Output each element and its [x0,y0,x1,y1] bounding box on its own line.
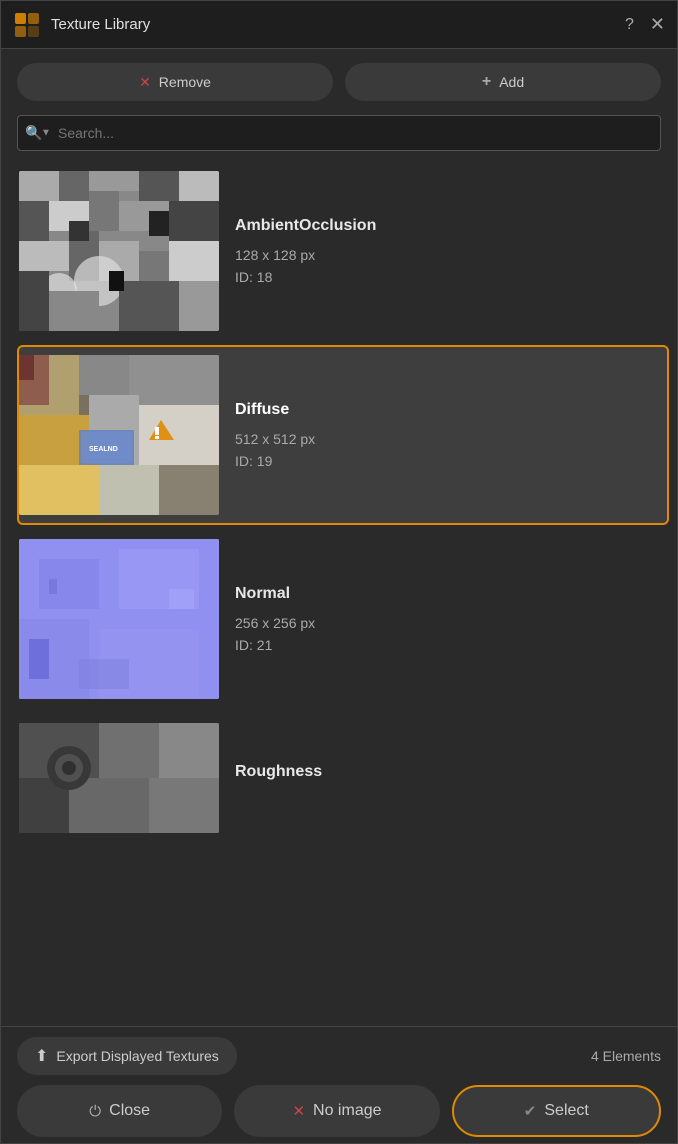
power-icon: ⏻ [89,1103,101,1120]
texture-item-roughness[interactable]: Roughness [17,713,669,843]
bottom-row1: ⬆ Export Displayed Textures 4 Elements [17,1037,661,1075]
bottom-row2: ⏻ Close ✕ No image ✔ Select [17,1085,661,1137]
texture-dims-ambient: 128 x 128 px [235,247,643,263]
texture-list: AmbientOcclusion 128 x 128 px ID: 18 [1,161,677,1026]
noimage-icon: ✕ [292,1102,305,1120]
search-icon: 🔍 [25,125,42,142]
texture-id-diffuse: ID: 19 [235,453,643,469]
add-label: Add [499,74,524,90]
search-dropdown-icon: ▼ [41,128,51,139]
svg-text:SEALND: SEALND [89,446,118,453]
texture-thumb-ambient [19,171,219,331]
select-button[interactable]: ✔ Select [452,1085,661,1137]
search-wrapper: 🔍 ▼ [17,115,661,151]
help-button[interactable]: ? [625,16,634,34]
noimage-button[interactable]: ✕ No image [234,1085,439,1137]
add-button[interactable]: + Add [345,63,661,101]
select-label: Select [544,1102,588,1120]
elements-count: 4 Elements [591,1048,661,1064]
texture-name-ambient: AmbientOcclusion [235,217,643,235]
texture-info-normal: Normal 256 x 256 px ID: 21 [219,573,659,665]
texture-id-ambient: ID: 18 [235,269,643,285]
texture-dims-normal: 256 x 256 px [235,615,643,631]
texture-thumb-roughness [19,723,219,833]
texture-library-window: Texture Library ? ✕ ✕ Remove + Add 🔍 ▼ [0,0,678,1144]
export-button[interactable]: ⬆ Export Displayed Textures [17,1037,237,1075]
export-icon: ⬆ [35,1046,48,1066]
close-window-button[interactable]: ✕ [650,14,665,35]
texture-name-diffuse: Diffuse [235,401,643,419]
texture-info-diffuse: Diffuse 512 x 512 px ID: 19 [219,389,659,481]
remove-button[interactable]: ✕ Remove [17,63,333,101]
texture-item-diffuse[interactable]: SEALND Diffuse 512 x 512 px ID: 19 [17,345,669,525]
export-label: Export Displayed Textures [56,1048,218,1064]
app-logo [13,11,41,39]
texture-dims-diffuse: 512 x 512 px [235,431,643,447]
titlebar: Texture Library ? ✕ [1,1,677,49]
toolbar: ✕ Remove + Add [1,49,677,111]
texture-name-roughness: Roughness [235,763,643,781]
texture-thumb-diffuse: SEALND [19,355,219,515]
texture-id-normal: ID: 21 [235,637,643,653]
texture-item-ambient[interactable]: AmbientOcclusion 128 x 128 px ID: 18 [17,161,669,341]
close-button[interactable]: ⏻ Close [17,1085,222,1137]
texture-item-normal[interactable]: Normal 256 x 256 px ID: 21 [17,529,669,709]
add-icon: + [482,73,491,91]
search-bar: 🔍 ▼ [17,115,661,151]
bottom-bar: ⬆ Export Displayed Textures 4 Elements ⏻… [1,1026,677,1143]
remove-icon: ✕ [139,74,151,91]
texture-info-roughness: Roughness [219,751,659,805]
noimage-label: No image [313,1102,381,1120]
texture-info-ambient: AmbientOcclusion 128 x 128 px ID: 18 [219,205,659,297]
remove-label: Remove [159,74,211,90]
close-label: Close [109,1102,150,1120]
window-title: Texture Library [51,16,625,33]
texture-thumb-normal [19,539,219,699]
checkmark-icon: ✔ [524,1102,537,1120]
search-input[interactable] [17,115,661,151]
texture-name-normal: Normal [235,585,643,603]
